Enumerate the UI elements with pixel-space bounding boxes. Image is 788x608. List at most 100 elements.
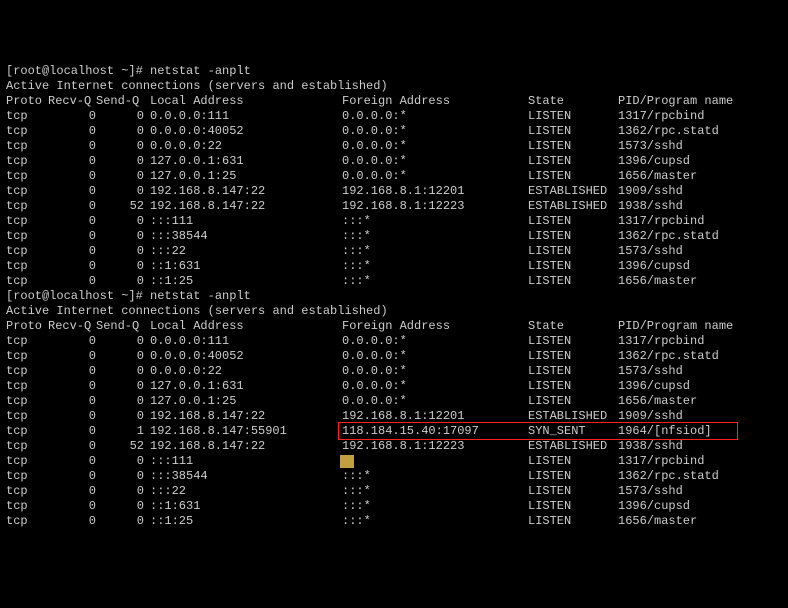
- cell-sendq: 0: [96, 259, 144, 274]
- cell-foreign: :::*: [342, 484, 528, 499]
- cell-local: 192.168.8.147:55901: [144, 424, 342, 439]
- cell-recvq: 0: [48, 154, 96, 169]
- cell-pid: 1573/sshd: [618, 484, 683, 499]
- cell-sendq: 0: [96, 409, 144, 424]
- cell-state: LISTEN: [528, 214, 618, 229]
- cell-proto: tcp: [6, 379, 48, 394]
- cell-recvq: 0: [48, 454, 96, 469]
- col-pid: PID/Program name: [618, 319, 733, 334]
- table-row: tcp000.0.0.0:400520.0.0.0:*LISTEN1362/rp…: [6, 124, 782, 139]
- cell-pid: 1317/rpcbind: [618, 454, 704, 469]
- cell-recvq: 0: [48, 274, 96, 289]
- col-proto: Proto: [6, 94, 48, 109]
- table-row: tcp00127.0.0.1:250.0.0.0:*LISTEN1656/mas…: [6, 169, 782, 184]
- cell-pid: 1909/sshd: [618, 409, 683, 424]
- table-row: tcp000.0.0.0:400520.0.0.0:*LISTEN1362/rp…: [6, 349, 782, 364]
- cell-pid: 1396/cupsd: [618, 259, 690, 274]
- table-row: tcp00127.0.0.1:6310.0.0.0:*LISTEN1396/cu…: [6, 154, 782, 169]
- column-headers: ProtoRecv-QSend-QLocal AddressForeign Ad…: [6, 94, 782, 109]
- cell-pid: 1909/sshd: [618, 184, 683, 199]
- cell-foreign: :::*: [342, 214, 528, 229]
- table-row: tcp00::1:25:::*LISTEN1656/master: [6, 514, 782, 529]
- cell-pid: 1573/sshd: [618, 244, 683, 259]
- cell-recvq: 0: [48, 244, 96, 259]
- col-local: Local Address: [144, 94, 342, 109]
- cell-recvq: 0: [48, 184, 96, 199]
- cell-foreign: 0.0.0.0:*: [342, 124, 528, 139]
- cell-recvq: 0: [48, 349, 96, 364]
- cell-sendq: 0: [96, 499, 144, 514]
- cell-pid: 1317/rpcbind: [618, 334, 704, 349]
- cell-state: LISTEN: [528, 274, 618, 289]
- cell-pid: 1656/master: [618, 274, 697, 289]
- cell-foreign: :::*: [342, 259, 528, 274]
- shell-prompt-line: [root@localhost ~]# netstat -anplt: [6, 289, 782, 304]
- cell-proto: tcp: [6, 484, 48, 499]
- cell-proto: tcp: [6, 409, 48, 424]
- cell-proto: tcp: [6, 184, 48, 199]
- cell-state: LISTEN: [528, 244, 618, 259]
- cell-proto: tcp: [6, 334, 48, 349]
- cell-recvq: 0: [48, 469, 96, 484]
- cell-sendq: 0: [96, 379, 144, 394]
- cell-foreign: 0.0.0.0:*: [342, 364, 528, 379]
- cell-recvq: 0: [48, 439, 96, 454]
- cell-local: 192.168.8.147:22: [144, 184, 342, 199]
- cell-state: LISTEN: [528, 379, 618, 394]
- cell-local: 0.0.0.0:111: [144, 334, 342, 349]
- cell-foreign: :::*: [342, 274, 528, 289]
- cell-proto: tcp: [6, 454, 48, 469]
- cell-pid: 1362/rpc.statd: [618, 124, 719, 139]
- column-headers: ProtoRecv-QSend-QLocal AddressForeign Ad…: [6, 319, 782, 334]
- cell-proto: tcp: [6, 259, 48, 274]
- cell-state: LISTEN: [528, 334, 618, 349]
- cell-proto: tcp: [6, 349, 48, 364]
- cell-sendq: 0: [96, 514, 144, 529]
- cell-proto: tcp: [6, 469, 48, 484]
- cell-sendq: 0: [96, 469, 144, 484]
- cell-sendq: 0: [96, 349, 144, 364]
- table-row: tcp00:::38544:::*LISTEN1362/rpc.statd: [6, 229, 782, 244]
- terminal-output[interactable]: [root@localhost ~]# netstat -anpltActive…: [6, 64, 782, 529]
- cell-sendq: 0: [96, 109, 144, 124]
- shell-prompt: [root@localhost ~]#: [6, 289, 150, 303]
- cell-pid: 1656/master: [618, 169, 697, 184]
- cell-state: LISTEN: [528, 259, 618, 274]
- cell-foreign: 192.168.8.1:12201: [342, 409, 528, 424]
- cell-local: 127.0.0.1:631: [144, 154, 342, 169]
- cell-local: :::111: [144, 454, 342, 469]
- cell-local: ::1:631: [144, 499, 342, 514]
- cell-state: LISTEN: [528, 154, 618, 169]
- cell-sendq: 0: [96, 229, 144, 244]
- cell-local: 192.168.8.147:22: [144, 199, 342, 214]
- cell-pid: 1938/sshd: [618, 439, 683, 454]
- cell-recvq: 0: [48, 364, 96, 379]
- cell-proto: tcp: [6, 244, 48, 259]
- cell-recvq: 0: [48, 424, 96, 439]
- cell-pid: 1396/cupsd: [618, 154, 690, 169]
- cell-sendq: 0: [96, 394, 144, 409]
- cell-local: 127.0.0.1:631: [144, 379, 342, 394]
- cell-foreign: 0.0.0.0:*: [342, 394, 528, 409]
- cell-foreign: 0.0.0.0:*: [342, 139, 528, 154]
- cell-local: :::111: [144, 214, 342, 229]
- cell-foreign: [342, 454, 528, 469]
- table-row: tcp00:::111:::*LISTEN1317/rpcbind: [6, 214, 782, 229]
- cell-state: LISTEN: [528, 139, 618, 154]
- cell-state: LISTEN: [528, 124, 618, 139]
- col-sendq: Send-Q: [96, 319, 144, 334]
- cell-state: ESTABLISHED: [528, 439, 618, 454]
- cell-recvq: 0: [48, 124, 96, 139]
- cell-pid: 1656/master: [618, 394, 697, 409]
- cell-recvq: 0: [48, 229, 96, 244]
- col-foreign: Foreign Address: [342, 94, 528, 109]
- cell-proto: tcp: [6, 199, 48, 214]
- table-row: tcp052192.168.8.147:22192.168.8.1:12223E…: [6, 439, 782, 454]
- cell-foreign: 0.0.0.0:*: [342, 379, 528, 394]
- cell-foreign: 0.0.0.0:*: [342, 154, 528, 169]
- col-state: State: [528, 94, 618, 109]
- cell-pid: 1362/rpc.statd: [618, 349, 719, 364]
- table-row: tcp00:::22:::*LISTEN1573/sshd: [6, 244, 782, 259]
- cell-sendq: 52: [96, 199, 144, 214]
- connections-header: Active Internet connections (servers and…: [6, 304, 782, 319]
